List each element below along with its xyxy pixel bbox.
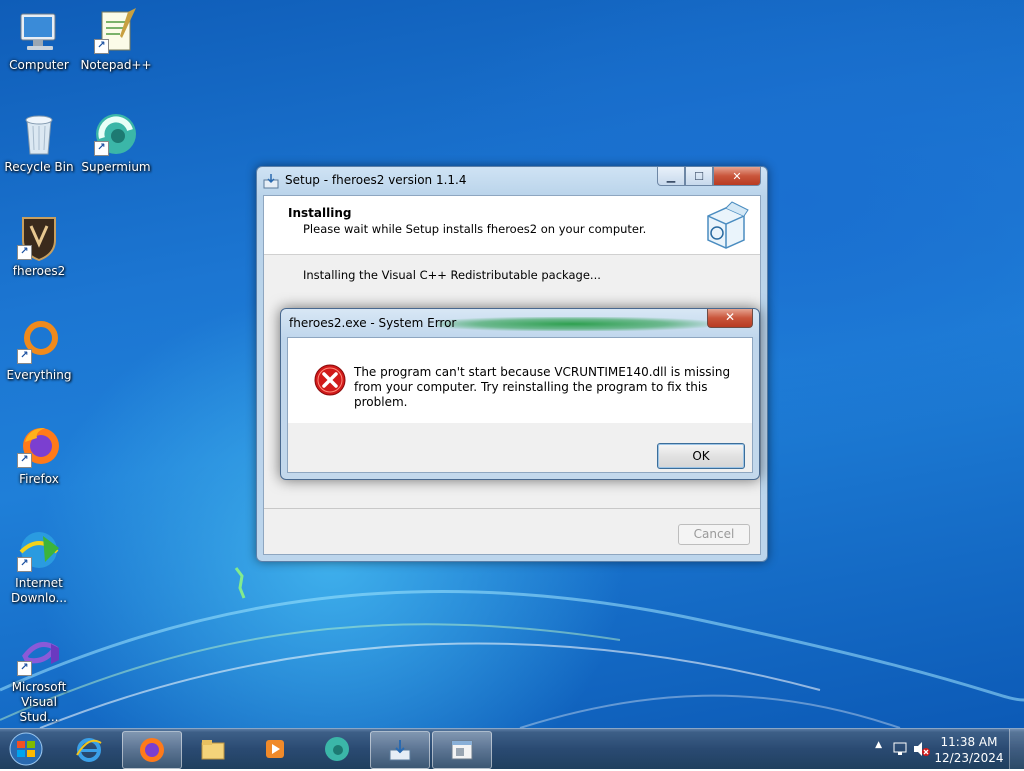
setup-app-icon bbox=[263, 173, 279, 189]
desktop-icon-label: Computer bbox=[9, 58, 69, 72]
internet-explorer-icon bbox=[76, 738, 102, 762]
title-glow bbox=[437, 317, 707, 331]
media-player-icon bbox=[266, 740, 284, 758]
shortcut-arrow-icon: ↗ bbox=[17, 661, 32, 676]
notepadpp-icon: ↗ bbox=[92, 8, 140, 56]
taskbar-firefox[interactable] bbox=[122, 731, 182, 769]
desktop-icon-fheroes2[interactable]: ↗ fheroes2 bbox=[3, 214, 75, 279]
error-dialog-close-button[interactable]: ✕ bbox=[707, 309, 753, 328]
error-message: The program can't start because VCRUNTIM… bbox=[354, 365, 731, 409]
desktop-icon-label: Supermium bbox=[81, 160, 151, 174]
shortcut-arrow-icon: ↗ bbox=[17, 349, 32, 364]
clock-date: 12/23/2024 bbox=[934, 751, 1004, 765]
desktop-icon-label: Everything bbox=[6, 368, 72, 382]
close-button[interactable]: ✕ bbox=[713, 167, 761, 186]
system-error-icon bbox=[451, 740, 473, 760]
error-icon bbox=[314, 364, 346, 396]
windows-logo-icon bbox=[9, 732, 43, 766]
action-center-icon[interactable] bbox=[892, 741, 908, 757]
setup-header-title: Installing bbox=[288, 206, 352, 220]
desktop-icon-label-line1: Microsoft bbox=[11, 680, 67, 694]
clock-time: 11:38 AM bbox=[940, 735, 998, 749]
desktop-icon-label: Notepad++ bbox=[80, 58, 152, 72]
setup-icon bbox=[389, 740, 411, 761]
button-separator bbox=[264, 508, 760, 509]
taskbar: ▲ 11:38 AM 12/23/2024 bbox=[0, 728, 1024, 769]
desktop-icon-label: fheroes2 bbox=[12, 264, 66, 278]
install-status-text: Installing the Visual C++ Redistributabl… bbox=[303, 268, 601, 282]
minimize-button[interactable]: ▁ bbox=[657, 167, 685, 186]
desktop-icon-supermium[interactable]: ↗ Supermium bbox=[80, 110, 152, 175]
install-box-icon bbox=[702, 200, 750, 250]
setup-header-subtitle: Please wait while Setup installs fheroes… bbox=[303, 222, 647, 236]
error-dialog-client: The program can't start because VCRUNTIM… bbox=[287, 337, 753, 473]
volume-muted-icon[interactable] bbox=[912, 741, 930, 757]
start-button[interactable] bbox=[4, 730, 48, 768]
recycle-bin-icon bbox=[15, 110, 63, 158]
everything-icon: ↗ bbox=[15, 318, 63, 366]
shortcut-arrow-icon: ↗ bbox=[94, 141, 109, 156]
taskbar-system-error[interactable] bbox=[432, 731, 492, 769]
desktop-icon-label-line1: Internet bbox=[15, 576, 63, 590]
shortcut-arrow-icon: ↗ bbox=[17, 557, 32, 572]
taskbar-media-player[interactable] bbox=[246, 731, 304, 767]
system-error-dialog: fheroes2.exe - System Error ✕ The progra… bbox=[280, 308, 760, 480]
desktop-icon-recycle-bin[interactable]: Recycle Bin bbox=[3, 110, 75, 175]
desktop-icon-visual-studio[interactable]: ↗ Microsoft Visual Stud... bbox=[3, 630, 75, 725]
internet-download-manager-icon: ↗ bbox=[15, 526, 63, 574]
maximize-button[interactable]: ☐ bbox=[685, 167, 713, 186]
supermium-icon bbox=[325, 737, 349, 761]
file-explorer-icon bbox=[201, 740, 225, 760]
visual-studio-icon: ↗ bbox=[15, 630, 63, 678]
taskbar-file-explorer[interactable] bbox=[184, 731, 242, 767]
firefox-icon: ↗ bbox=[15, 422, 63, 470]
desktop-icon-computer[interactable]: Computer bbox=[3, 8, 75, 73]
desktop-icon-notepadpp[interactable]: ↗ Notepad++ bbox=[80, 8, 152, 73]
error-dialog-title: fheroes2.exe - System Error bbox=[289, 316, 457, 330]
desktop-icon-label-line2: Visual Stud... bbox=[19, 695, 59, 724]
taskbar-internet-explorer[interactable] bbox=[60, 731, 118, 767]
desktop-icon-firefox[interactable]: ↗ Firefox bbox=[3, 422, 75, 487]
supermium-icon: ↗ bbox=[92, 110, 140, 158]
ok-button[interactable]: OK bbox=[657, 443, 745, 469]
show-hidden-icons-button[interactable]: ▲ bbox=[875, 740, 882, 750]
desktop-icon-everything[interactable]: ↗ Everything bbox=[3, 318, 75, 383]
taskbar-supermium[interactable] bbox=[308, 731, 366, 767]
desktop-icon-label-line2: Downlo... bbox=[11, 591, 67, 605]
shortcut-arrow-icon: ↗ bbox=[94, 39, 109, 54]
fheroes2-icon: ↗ bbox=[15, 214, 63, 262]
setup-header: Installing Please wait while Setup insta… bbox=[264, 196, 760, 255]
desktop-icon-label: Recycle Bin bbox=[4, 160, 74, 174]
error-message-area: The program can't start because VCRUNTIM… bbox=[288, 338, 752, 423]
computer-icon bbox=[15, 8, 63, 56]
cancel-button[interactable]: Cancel bbox=[678, 524, 750, 545]
desktop: Computer ↗ Notepad++ Recycle Bin ↗ Super… bbox=[0, 0, 1024, 728]
desktop-icon-label: Firefox bbox=[19, 472, 59, 486]
firefox-icon bbox=[140, 738, 164, 762]
shortcut-arrow-icon: ↗ bbox=[17, 453, 32, 468]
clock[interactable]: 11:38 AM 12/23/2024 bbox=[934, 734, 1004, 766]
setup-window-title: Setup - fheroes2 version 1.1.4 bbox=[285, 173, 467, 187]
taskbar-setup[interactable] bbox=[370, 731, 430, 769]
desktop-icon-internet-download-manager[interactable]: ↗ Internet Downlo... bbox=[3, 526, 75, 606]
show-desktop-button[interactable] bbox=[1009, 729, 1024, 769]
shortcut-arrow-icon: ↗ bbox=[17, 245, 32, 260]
